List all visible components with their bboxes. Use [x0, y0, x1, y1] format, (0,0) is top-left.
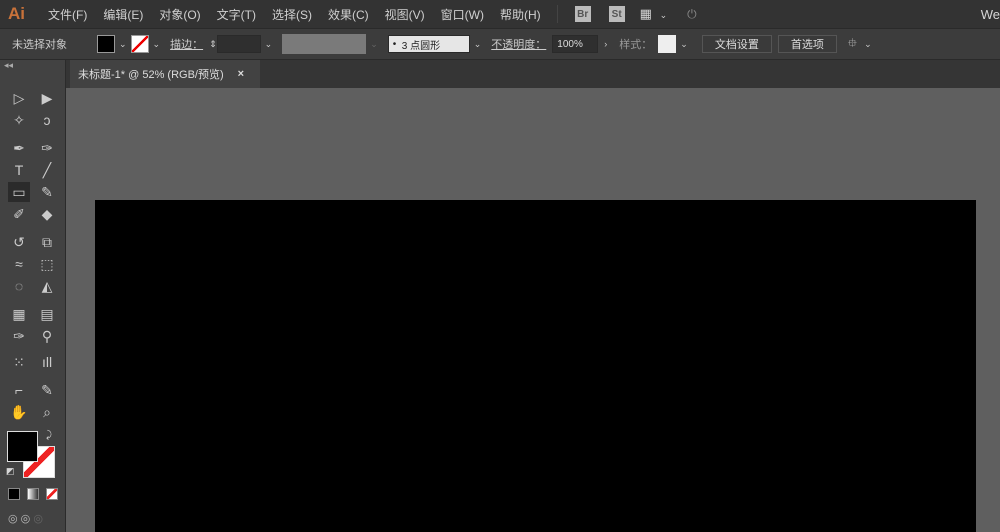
- tool-icon[interactable]: ◆: [36, 204, 58, 224]
- chevron-down-icon: ⌄: [370, 38, 378, 49]
- tool-icon[interactable]: ✑: [36, 138, 58, 158]
- tool-icon[interactable]: ⁙: [8, 352, 30, 372]
- stock-button[interactable]: St: [608, 6, 625, 22]
- gradient-mode-button[interactable]: [27, 488, 39, 500]
- divider: [556, 5, 558, 23]
- stroke-stepper[interactable]: ⇕: [209, 39, 217, 50]
- tool-icon[interactable]: ıll: [36, 352, 58, 372]
- none-mode-button[interactable]: [46, 488, 58, 500]
- chevron-down-icon[interactable]: ⌄: [153, 39, 161, 50]
- tool-icon[interactable]: ▭: [8, 182, 30, 202]
- color-mode-button[interactable]: [8, 488, 20, 500]
- tool-icon[interactable]: ▷: [8, 88, 30, 108]
- menu-item[interactable]: 视图(V): [385, 6, 425, 23]
- chevron-down-icon[interactable]: ⌄: [680, 39, 688, 50]
- menu-bar: Ai 文件(F) 编辑(E) 对象(O) 文字(T) 选择(S) 效果(C) 视图(V) 窗口…: [0, 0, 1000, 28]
- selection-status: 未选择对象: [12, 39, 67, 51]
- tool-icon[interactable]: ✑: [8, 326, 30, 346]
- tab-title: 未标题-1* @ 52% (RGB/预览): [78, 69, 224, 81]
- tool-icon[interactable]: ⚲: [36, 326, 58, 346]
- tool-icon[interactable]: ✐: [8, 204, 30, 224]
- fill-color[interactable]: [7, 431, 38, 462]
- brush-label: 3 点圆形: [401, 40, 441, 52]
- tool-icon[interactable]: T: [8, 160, 30, 180]
- tool-icon[interactable]: ✧: [8, 110, 30, 130]
- brush-definition[interactable]: • 3 点圆形: [387, 35, 470, 53]
- menu-item[interactable]: 对象(O): [159, 6, 200, 23]
- menu-item[interactable]: 选择(S): [272, 6, 312, 23]
- artboard[interactable]: [95, 200, 976, 532]
- document-tab-bar: 未标题-1* @ 52% (RGB/预览) ×: [66, 60, 1000, 88]
- tool-icon[interactable]: ✋: [8, 402, 30, 422]
- graphic-style-swatch[interactable]: [658, 35, 677, 53]
- arrange-documents-icon[interactable]: ▦ ⌄: [640, 6, 671, 22]
- menu-item[interactable]: 文件(F): [48, 6, 87, 23]
- menu-item[interactable]: 帮助(H): [500, 6, 541, 23]
- tool-icon[interactable]: ⌕: [36, 402, 58, 422]
- tool-icon[interactable]: ▶: [36, 88, 58, 108]
- tool-icon[interactable]: ⧉: [36, 232, 58, 252]
- document-setup-button[interactable]: 文档设置: [701, 35, 772, 53]
- menu-item[interactable]: 效果(C): [328, 6, 369, 23]
- menu-item[interactable]: 文字(T): [217, 6, 256, 23]
- chevron-down-icon[interactable]: ⌄: [119, 39, 127, 50]
- tool-icon[interactable]: ✎: [36, 380, 58, 400]
- tool-icon[interactable]: ◌: [8, 276, 30, 296]
- tool-icon[interactable]: ✒: [8, 138, 30, 158]
- stroke-label[interactable]: 描边：: [170, 36, 203, 52]
- tool-icon[interactable]: ⬚: [36, 254, 58, 274]
- stroke-swatch[interactable]: [130, 35, 149, 53]
- draw-mode-icons[interactable]: ◎ ◎ ◎: [8, 512, 43, 525]
- tool-icon[interactable]: ≈: [8, 254, 30, 274]
- opacity-label[interactable]: 不透明度：: [491, 36, 546, 52]
- tool-icon[interactable]: ◭: [36, 276, 58, 296]
- stroke-weight-input[interactable]: [216, 35, 261, 53]
- swap-colors-icon[interactable]: ⤸: [46, 430, 52, 441]
- tool-icon[interactable]: ▤: [36, 304, 58, 324]
- chevron-down-icon[interactable]: ⌄: [474, 39, 482, 50]
- workspace-switcher[interactable]: We: [981, 7, 1000, 22]
- tool-icon[interactable]: ↄ: [36, 110, 58, 130]
- tool-icon[interactable]: ╱: [36, 160, 58, 180]
- tab-document[interactable]: 未标题-1* @ 52% (RGB/预览) ×: [70, 60, 260, 88]
- tool-icon[interactable]: ✎: [36, 182, 58, 202]
- close-icon[interactable]: ×: [238, 68, 244, 80]
- menu-item[interactable]: 编辑(E): [103, 6, 143, 23]
- tool-icon[interactable]: ▦: [8, 304, 30, 324]
- panel-collapse-icon[interactable]: ◂◂: [4, 60, 13, 71]
- gpu-performance-icon[interactable]: ⏻: [687, 7, 697, 22]
- app-logo: Ai: [8, 4, 25, 23]
- style-label: 样式：: [619, 39, 653, 51]
- tools-panel: ◂◂ ▷ ▶ ✧ ↄ ✒ ✑ T ╱ ▭ ✎ ✐ ◆ ↺ ⧉ ≈ ⬚ ◌ ◭ ▦ ▤ ✑ ⚲ ⁙ ıll ⌐ ✎ ✋ ⌕ ⤸ ◩ ◎ …: [0, 60, 66, 532]
- tool-icon[interactable]: ⌐: [8, 380, 30, 400]
- bridge-button[interactable]: Br: [574, 6, 591, 22]
- chevron-down-icon[interactable]: ⌄: [265, 39, 273, 50]
- variable-width-profile[interactable]: [282, 34, 367, 54]
- opacity-input[interactable]: 100%: [552, 35, 599, 53]
- chevron-right-icon[interactable]: ›: [604, 39, 607, 49]
- control-bar: 未选择对象 ⌄ ⌄ 描边： ⇕ ⌄ ⌄ • 3 点圆形 ⌄ 不透明度： 100% ›…: [0, 28, 1000, 60]
- fill-swatch[interactable]: [97, 35, 115, 53]
- preferences-button[interactable]: 首选项: [777, 35, 837, 53]
- tool-icon[interactable]: ↺: [8, 232, 30, 252]
- menu-item[interactable]: 窗口(W): [441, 6, 484, 23]
- arrange-icon[interactable]: ⯐ ⌄: [848, 34, 876, 55]
- default-colors-icon[interactable]: ◩: [6, 466, 15, 477]
